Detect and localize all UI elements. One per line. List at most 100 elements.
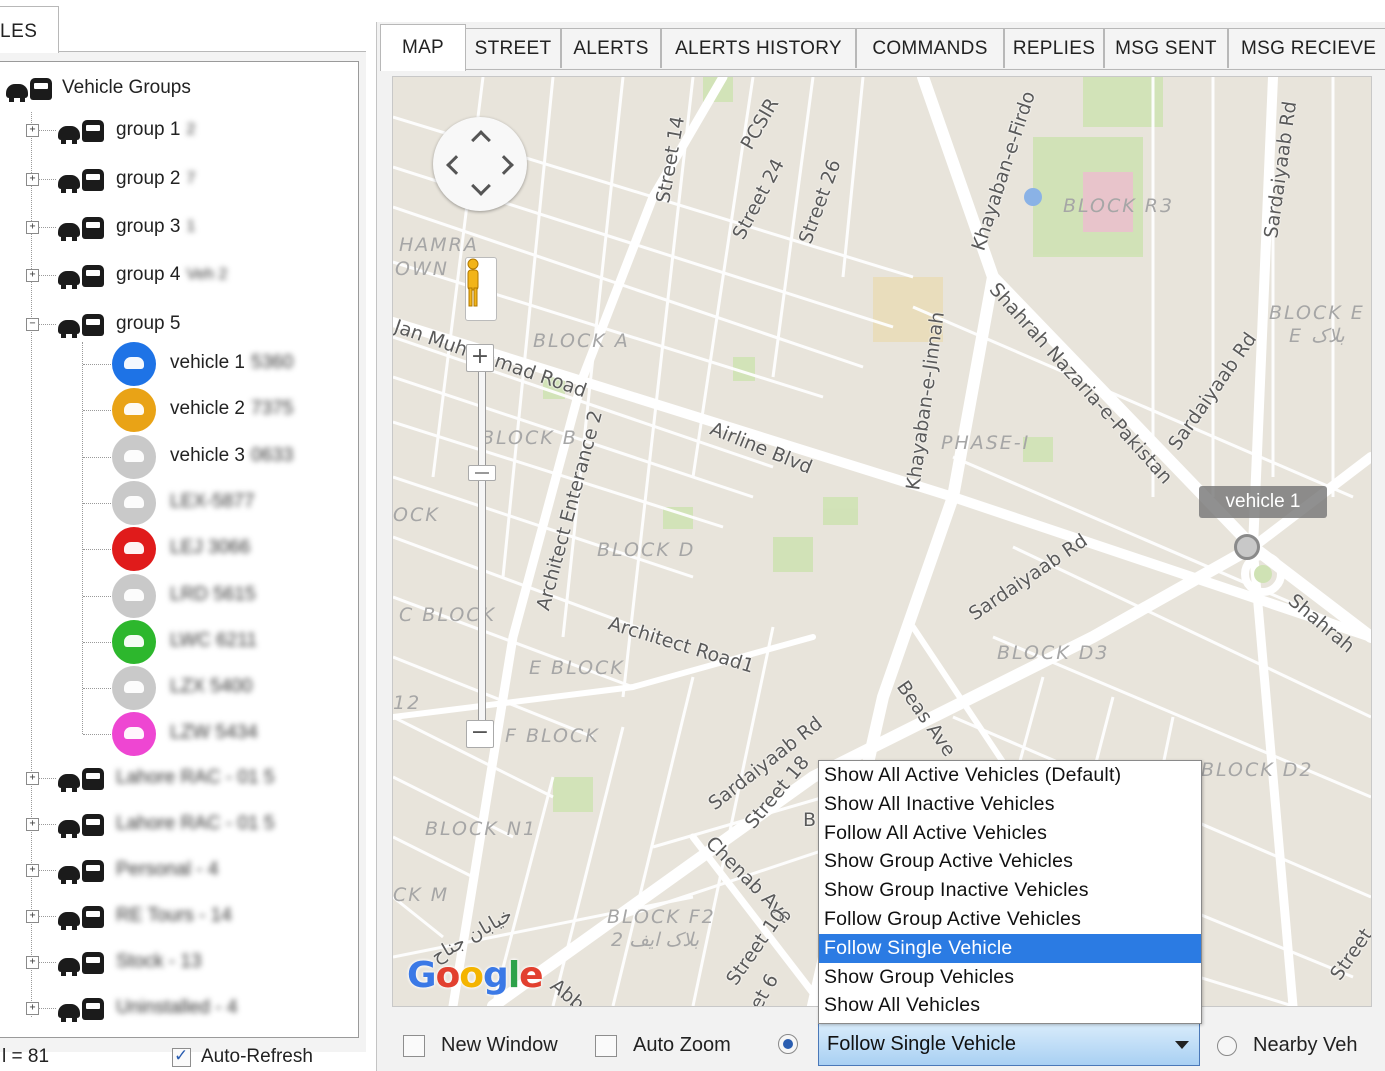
- tree-group-extra[interactable]: Lahore RAC - 01 5: [58, 804, 274, 844]
- tree-vehicle-1[interactable]: vehicle 1 5360: [170, 352, 293, 374]
- map-label-block-b: BLOCK B: [481, 427, 578, 449]
- auto-zoom-checkbox[interactable]: Auto Zoom: [595, 1034, 731, 1057]
- vehicle-group-icon: [58, 995, 106, 1022]
- tree-vehicle-7[interactable]: LWC 6211: [170, 630, 257, 652]
- tree-vehicle-5[interactable]: LEJ 3066: [170, 537, 250, 559]
- zoom-slider-track[interactable]: [478, 347, 486, 733]
- checkbox-icon[interactable]: [172, 1046, 191, 1067]
- vehicle-plate: LWC 6211: [170, 630, 257, 651]
- view-mode-option[interactable]: Show Group Active Vehicles: [819, 847, 1201, 876]
- view-mode-option[interactable]: Show All Active Vehicles (Default): [819, 761, 1201, 790]
- tree-connector: [38, 962, 56, 963]
- zoom-out-button[interactable]: −: [466, 720, 494, 748]
- map-label-block-a: BLOCK A: [533, 330, 630, 352]
- tree-group-extra[interactable]: RE Tours - 14: [58, 896, 232, 936]
- vehicle-plate: LZX 5400: [170, 676, 253, 697]
- tree-vehicle-3[interactable]: vehicle 3 0633: [170, 445, 293, 467]
- tree-group-3[interactable]: group 3 1: [58, 207, 195, 247]
- tree-group-count: 7: [186, 170, 196, 187]
- view-mode-option[interactable]: Follow All Active Vehicles: [819, 819, 1201, 848]
- vehicle-group-icon: [58, 857, 106, 884]
- tree-vehicle-8[interactable]: LZX 5400: [170, 676, 252, 698]
- vehicle-tree[interactable]: Vehicle Groups + group 1 2 + group 2 7 + group …: [0, 61, 359, 1038]
- pan-right-icon[interactable]: [494, 155, 514, 175]
- vehicle-plate: LEX-5877: [170, 491, 255, 512]
- tree-root-label: Vehicle Groups: [62, 77, 191, 98]
- tab-alerts-history[interactable]: ALERTS HISTORY: [661, 28, 856, 68]
- view-mode-option[interactable]: Follow Single Vehicle: [819, 933, 1201, 963]
- tab-msg-sent[interactable]: MSG SENT: [1104, 28, 1228, 68]
- vehicle-status-icon: [112, 435, 156, 479]
- tree-connector: [38, 1008, 56, 1009]
- zoom-slider-thumb[interactable]: [468, 465, 496, 481]
- tab-replies[interactable]: REPLIES: [1004, 28, 1104, 68]
- vehicle-plate: LEJ 3066: [170, 537, 251, 558]
- view-mode-option[interactable]: Show All Vehicles: [819, 991, 1201, 1020]
- tree-group-2[interactable]: group 2 7: [58, 159, 195, 199]
- tab-vehicles[interactable]: LES: [0, 6, 59, 53]
- tree-group-5[interactable]: group 5: [58, 304, 186, 344]
- view-mode-radio[interactable]: [778, 1034, 798, 1054]
- vehicle-status-icon: [112, 481, 156, 525]
- map-label-block-d3: BLOCK D3: [997, 642, 1110, 664]
- tree-group-extra[interactable]: Uninstalled - 4: [58, 988, 237, 1028]
- view-mode-option[interactable]: Show All Inactive Vehicles: [819, 790, 1201, 819]
- vehicle-group-icon: [58, 949, 106, 976]
- checkbox-icon[interactable]: [595, 1034, 617, 1057]
- google-letter: o: [459, 955, 484, 996]
- tab-label: MSG SENT: [1115, 37, 1217, 59]
- tab-map[interactable]: MAP: [380, 24, 466, 71]
- map-pan-control[interactable]: [433, 117, 527, 211]
- tab-alerts[interactable]: ALERTS: [561, 28, 661, 68]
- pan-down-icon[interactable]: [471, 176, 491, 196]
- tab-msg-recieve[interactable]: MSG RECIEVE: [1228, 28, 1385, 68]
- chevron-down-icon[interactable]: [1175, 1041, 1189, 1049]
- tree-group-label: group 5: [116, 313, 181, 334]
- view-mode-select[interactable]: Follow Single Vehicle: [818, 1022, 1200, 1066]
- zoom-in-button[interactable]: +: [466, 344, 494, 372]
- radio-selected-icon[interactable]: [778, 1034, 798, 1054]
- tree-vehicle-4[interactable]: LEX-5877: [170, 491, 255, 513]
- tree-group-extra[interactable]: Personal - 4: [58, 850, 218, 890]
- google-letter: e: [519, 955, 543, 996]
- tab-label: MAP: [401, 37, 445, 58]
- vehicle-plate: 0633: [251, 445, 294, 466]
- vehicle-group-icon: [6, 75, 54, 102]
- checkbox-icon[interactable]: [403, 1034, 425, 1057]
- map-label-block-n1: BLOCK N1: [425, 818, 538, 840]
- tab-street[interactable]: STREET: [465, 28, 561, 68]
- tree-vehicle-9[interactable]: LZW 5434: [170, 722, 258, 744]
- pan-up-icon[interactable]: [471, 130, 491, 150]
- tree-group-1[interactable]: group 1 2: [58, 110, 195, 150]
- view-mode-dropdown-list[interactable]: Show All Active Vehicles (Default) Show A…: [818, 760, 1202, 1024]
- tree-connector: [38, 916, 56, 917]
- auto-refresh-checkbox[interactable]: Auto-Refresh: [172, 1046, 313, 1068]
- tree-group-label: group 3: [116, 216, 181, 237]
- tree-group-4[interactable]: group 4 Veh 2: [58, 255, 227, 295]
- vehicle-count: l = 81: [2, 1046, 50, 1067]
- tree-connector: [83, 410, 111, 411]
- tab-label: MSG RECIEVE: [1241, 37, 1377, 59]
- tree-root[interactable]: Vehicle Groups: [6, 68, 191, 108]
- pan-left-icon[interactable]: [446, 155, 466, 175]
- tree-group-label: group 4: [116, 264, 181, 285]
- tree-connector: [83, 503, 111, 504]
- tab-commands[interactable]: COMMANDS: [856, 28, 1004, 68]
- street-view-pegman[interactable]: [465, 257, 497, 321]
- view-mode-option[interactable]: Show Group Inactive Vehicles: [819, 876, 1201, 905]
- vehicle-marker[interactable]: [1234, 534, 1260, 560]
- radio-icon[interactable]: [1217, 1035, 1237, 1056]
- tree-group-extra[interactable]: Lahore RAC - 01 5: [58, 758, 274, 798]
- tree-vehicle-6[interactable]: LRD 5615: [170, 584, 256, 606]
- vehicle-marker-label[interactable]: vehicle 1: [1199, 486, 1327, 518]
- tree-connector: [83, 734, 111, 735]
- map-label-block-e: BLOCK E: [1269, 302, 1365, 324]
- tree-group-count: Veh 2: [186, 266, 228, 283]
- tree-vehicle-2[interactable]: vehicle 2 7375: [170, 398, 293, 420]
- view-mode-option[interactable]: Show Group Vehicles: [819, 963, 1201, 992]
- view-mode-option[interactable]: Follow Group Active Vehicles: [819, 905, 1201, 934]
- tree-group-extra[interactable]: Stock - 13: [58, 942, 202, 982]
- new-window-checkbox[interactable]: New Window: [403, 1034, 558, 1057]
- nearby-vehicles-radio[interactable]: Nearby Veh: [1217, 1034, 1358, 1057]
- vehicle-plate: LZW 5434: [170, 722, 258, 743]
